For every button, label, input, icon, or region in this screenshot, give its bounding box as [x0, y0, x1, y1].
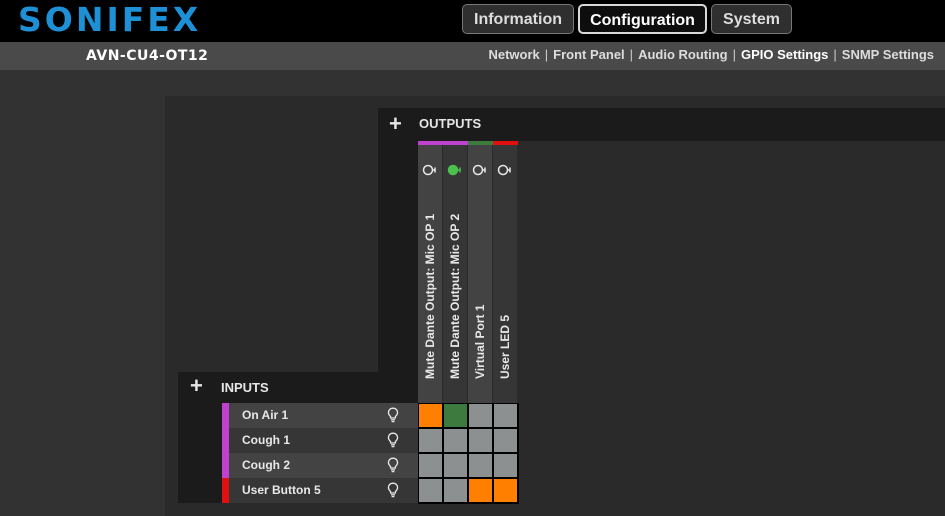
- output-column[interactable]: Mute Dante Output: Mic OP 1: [418, 145, 442, 403]
- nav-network[interactable]: Network: [488, 47, 539, 62]
- matrix-cell[interactable]: [494, 479, 517, 502]
- top-header: SONIFEX Information Configuration System: [0, 0, 945, 42]
- output-column-label: User LED 5: [498, 314, 512, 379]
- matrix-cell[interactable]: [419, 404, 442, 427]
- device-name: AVN-CU4-OT12: [86, 48, 209, 64]
- inputs-title: INPUTS: [221, 380, 269, 395]
- sonifex-logo: SONIFEX: [18, 0, 202, 39]
- tab-system[interactable]: System: [711, 4, 792, 34]
- lightbulb-icon[interactable]: [387, 407, 399, 423]
- led-icon[interactable]: [421, 163, 439, 177]
- matrix-cell[interactable]: [494, 404, 517, 427]
- matrix-cell[interactable]: [494, 429, 517, 452]
- lightbulb-icon[interactable]: [387, 432, 399, 448]
- nav-separator: |: [544, 47, 549, 62]
- input-row-label: User Button 5: [242, 483, 321, 497]
- matrix-cell[interactable]: [469, 454, 492, 477]
- led-icon[interactable]: [496, 163, 514, 177]
- nav-front-panel[interactable]: Front Panel: [553, 47, 625, 62]
- input-color-bar: [222, 428, 229, 453]
- output-column[interactable]: Virtual Port 1: [468, 145, 492, 403]
- sub-nav: Network | Front Panel | Audio Routing | GPIO S…: [488, 47, 934, 62]
- lightbulb-icon[interactable]: [387, 482, 399, 498]
- lightbulb-icon[interactable]: [387, 457, 399, 473]
- output-column[interactable]: User LED 5: [493, 145, 517, 403]
- matrix-cell[interactable]: [419, 429, 442, 452]
- matrix-cell[interactable]: [444, 454, 467, 477]
- matrix-cell[interactable]: [419, 479, 442, 502]
- add-output-plus-icon[interactable]: +: [389, 113, 402, 135]
- input-row-label: On Air 1: [242, 408, 289, 422]
- tab-information[interactable]: Information: [462, 4, 574, 34]
- outputs-gutter: [378, 141, 418, 403]
- input-row[interactable]: Cough 2: [229, 453, 418, 478]
- outputs-header: + OUTPUTS: [378, 108, 945, 141]
- nav-separator: |: [732, 47, 736, 62]
- input-row-label: Cough 1: [242, 433, 290, 447]
- input-row[interactable]: Cough 1: [229, 428, 418, 453]
- inputs-gutter: [178, 403, 222, 503]
- add-input-plus-icon[interactable]: +: [190, 375, 203, 397]
- matrix-cell[interactable]: [444, 429, 467, 452]
- input-color-bar: [222, 403, 229, 428]
- matrix-cell[interactable]: [494, 454, 517, 477]
- outputs-title: OUTPUTS: [419, 116, 482, 131]
- matrix-cell[interactable]: [469, 429, 492, 452]
- sub-header: AVN-CU4-OT12 Network | Front Panel | Audio R…: [0, 42, 945, 70]
- led-icon[interactable]: [446, 163, 464, 177]
- matrix-cell[interactable]: [419, 454, 442, 477]
- nav-audio-routing[interactable]: Audio Routing: [638, 47, 728, 62]
- led-icon[interactable]: [471, 163, 489, 177]
- input-color-bar: [222, 453, 229, 478]
- routing-matrix: [418, 403, 519, 504]
- nav-separator: |: [833, 47, 837, 62]
- input-row[interactable]: On Air 1: [229, 403, 418, 428]
- nav-gpio-settings[interactable]: GPIO Settings: [741, 47, 828, 62]
- matrix-cell[interactable]: [469, 479, 492, 502]
- nav-snmp-settings[interactable]: SNMP Settings: [842, 47, 934, 62]
- matrix-cell[interactable]: [469, 404, 492, 427]
- inputs-header: + INPUTS: [178, 372, 418, 403]
- tab-configuration[interactable]: Configuration: [578, 4, 707, 34]
- output-column-label: Mute Dante Output: Mic OP 1: [423, 213, 437, 379]
- input-row[interactable]: User Button 5: [229, 478, 418, 503]
- nav-separator: |: [629, 47, 634, 62]
- input-color-bar: [222, 478, 229, 503]
- matrix-cell[interactable]: [444, 404, 467, 427]
- output-column-label: Virtual Port 1: [473, 304, 487, 379]
- input-row-label: Cough 2: [242, 458, 290, 472]
- output-column-label: Mute Dante Output: Mic OP 2: [448, 213, 462, 379]
- output-column[interactable]: Mute Dante Output: Mic OP 2: [443, 145, 467, 403]
- matrix-cell[interactable]: [444, 479, 467, 502]
